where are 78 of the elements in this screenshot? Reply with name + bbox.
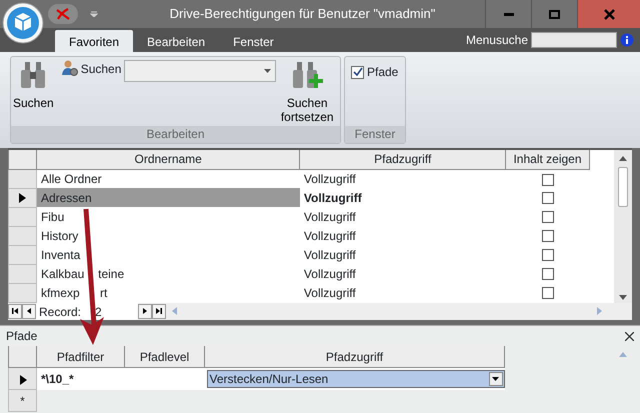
- search-label: Menusuche: [466, 32, 528, 49]
- record-field[interactable]: Record: 2: [36, 302, 138, 320]
- maximize-icon: [549, 10, 560, 18]
- table-cell: Kalkbau: [40, 266, 84, 280]
- window-title: Drive-Berechtigungen für Benutzer "vmadmin": [168, 5, 436, 24]
- previous-record-button[interactable]: [22, 304, 36, 318]
- checkbox[interactable]: [542, 249, 554, 262]
- group-label: Bearbeiten: [11, 126, 340, 143]
- checkbox[interactable]: [542, 211, 554, 224]
- table-cell: kfmexp: [40, 286, 80, 300]
- user-settings-icon: [62, 60, 78, 76]
- checkbox[interactable]: [542, 174, 554, 186]
- last-record-icon: [155, 306, 163, 315]
- table-cell-text: Vollzugriff: [302, 246, 357, 264]
- table-cell: Inventa: [40, 248, 80, 262]
- column-header[interactable]: Pfadzugriff: [300, 150, 506, 169]
- ribbon-tab[interactable]: Bearbeiten: [133, 30, 220, 52]
- scroll-down-icon: [619, 294, 627, 300]
- scroll-thumb[interactable]: [618, 167, 628, 207]
- close-button[interactable]: [577, 0, 640, 28]
- scroll-right-icon: [597, 307, 602, 315]
- next-record-button[interactable]: [138, 304, 152, 318]
- first-record-button[interactable]: [8, 304, 22, 318]
- table-cell: rt: [100, 286, 108, 300]
- previous-record-icon: [25, 306, 33, 315]
- table-cell: Alle Ordner: [40, 172, 102, 186]
- table-cell: Vollzugriff: [300, 207, 506, 226]
- checkbox[interactable]: [542, 192, 554, 204]
- current-row-icon: [18, 374, 26, 385]
- table-cell: Vollzugriff: [300, 188, 506, 207]
- new-row-marker: *: [8, 390, 36, 412]
- table-cell-text: Vollzugriff: [302, 228, 357, 244]
- close-icon: [56, 8, 70, 20]
- minimize-icon: [504, 12, 514, 16]
- scroll-left-icon: [172, 307, 177, 315]
- panel-title: Pfade: [6, 328, 38, 345]
- search-continue-button[interactable]: Suchen fortsetzen: [276, 60, 338, 126]
- next-record-icon: [141, 306, 149, 315]
- row-selector[interactable]: [8, 368, 36, 390]
- column-header[interactable]: Pfadfilter: [36, 346, 124, 368]
- table-cell-text: Vollzugriff: [302, 266, 357, 282]
- access-dropdown[interactable]: Verstecken/Nur-Lesen: [206, 370, 504, 388]
- search-label: Suchen: [80, 61, 122, 78]
- dropdown-icon: [264, 69, 272, 73]
- table-cell: *\10_*: [36, 368, 204, 390]
- scroll-up-icon: [619, 352, 627, 357]
- menu-search-field[interactable]: [531, 32, 617, 48]
- close-icon: [604, 8, 614, 20]
- dropdown-icon: [492, 376, 499, 381]
- table-cell: Adressen: [40, 190, 92, 204]
- checkbox[interactable]: [542, 287, 554, 300]
- table-cell: Vollzugriff: [300, 169, 506, 188]
- dropdown-icon[interactable]: [90, 11, 98, 17]
- column-header[interactable]: Pfadlevel: [124, 346, 204, 368]
- row-selector[interactable]: [8, 188, 36, 207]
- search-button[interactable]: Suchen: [11, 60, 56, 126]
- ribbon-tab[interactable]: Fenster: [219, 30, 288, 52]
- table-cell: teine: [98, 266, 124, 280]
- group-label: Fenster: [345, 126, 405, 143]
- check-icon: [352, 67, 362, 77]
- checkbox[interactable]: [542, 230, 554, 242]
- first-record-icon: [11, 306, 19, 315]
- column-header[interactable]: Ordnername: [36, 150, 300, 169]
- binoculars-add-icon: [290, 60, 324, 90]
- info-icon[interactable]: [620, 33, 634, 47]
- table-cell-text: Vollzugriff: [302, 284, 357, 302]
- last-record-button[interactable]: [152, 304, 166, 318]
- current-row-icon: [18, 193, 26, 204]
- table-cell: History: [40, 228, 78, 242]
- scroll-up-icon: [619, 156, 627, 161]
- pfade-checkbox[interactable]: Pfade: [351, 63, 399, 81]
- ribbon-tab[interactable]: Favoriten: [55, 30, 134, 52]
- close-icon[interactable]: [625, 332, 634, 340]
- column-header[interactable]: Inhalt zeigen: [506, 150, 590, 169]
- column-header[interactable]: Pfadzugriff: [204, 346, 504, 368]
- vertical-scrollbar[interactable]: [614, 150, 632, 302]
- checkbox[interactable]: [542, 268, 554, 280]
- table-cell: Fibu: [40, 210, 64, 224]
